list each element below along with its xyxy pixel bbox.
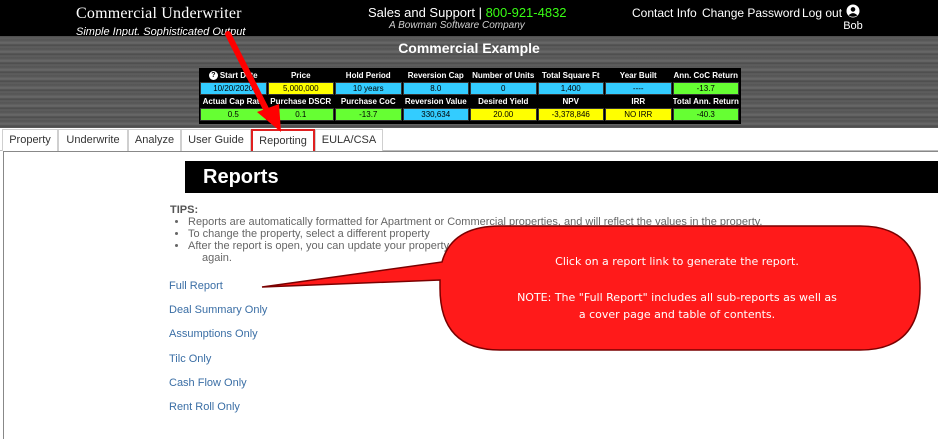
tips-list: Reports are automatically formatted for … [188,216,930,252]
support-label: Sales and Support | [368,5,482,20]
user-name: Bob [843,20,863,32]
metrics-row-1-values: 10/20/2020 5,000,000 10 years 8.0 0 1,40… [200,82,740,95]
metric-desired-yield: 20.00 [470,108,537,121]
assumptions-link[interactable]: Assumptions Only [169,328,258,340]
metric-reversion-cap: 8.0 [402,82,469,95]
metric-label-ann-coc-return: Ann. CoC Return [673,71,738,80]
metric-total-ann-return: -40.3 [672,108,739,121]
metric-label-desired-yield: Desired Yield [478,97,529,106]
metric-label-total-ann-return: Total Ann. Return [672,97,739,106]
reports-title: Reports [185,161,938,193]
tab-reporting[interactable]: Reporting [251,129,315,152]
metric-label-npv: NPV [562,97,579,106]
user-circle-icon [846,4,860,18]
metric-hold-period: 10 years [335,82,402,95]
metric-label-price: Price [290,71,311,80]
metric-label-purchase-dscr: Purchase DSCR [270,97,332,106]
metrics-row-1-labels: ? Start Date Price Hold Period Reversion … [200,69,740,82]
metric-year-built: ---- [605,82,672,95]
cash-flow-link[interactable]: Cash Flow Only [169,377,247,389]
app-root: Commercial Underwriter Simple Input. Sop… [0,0,938,439]
company-name: A Bowman Software Company [389,20,525,31]
callout-line-2: NOTE: The "Full Report" includes all sub… [517,291,837,304]
metric-number-of-units: 0 [470,82,537,95]
metrics-grid: ? Start Date Price Hold Period Reversion … [199,68,741,124]
metric-start-date: 10/20/2020 [200,82,267,95]
deal-summary-link[interactable]: Deal Summary Only [169,304,267,316]
metric-price: 5,000,000 [267,82,334,95]
metric-label-purchase-coc: Purchase CoC [340,97,396,106]
metric-label-actual-cap-rate: Actual Cap Rate [202,97,264,106]
metric-label-irr: IRR [631,97,646,106]
property-title: Commercial Example [398,40,540,56]
tab-property[interactable]: Property [2,129,58,151]
full-report-link[interactable]: Full Report [169,280,223,292]
metrics-row-2-labels: Actual Cap Rate Purchase DSCR Purchase C… [200,95,740,108]
callout-line-1: Click on a report link to generate the r… [555,255,799,268]
metric-ann-coc-return: -13.7 [672,82,739,95]
metric-label-number-of-units: Number of Units [472,71,535,80]
tab-underwrite[interactable]: Underwrite [58,129,128,151]
top-bar: Commercial Underwriter Simple Input. Sop… [0,0,938,38]
brand-name: Commercial Underwriter [76,5,242,22]
metric-purchase-dscr: 0.1 [267,108,334,121]
metric-reversion-value: 330,634 [402,108,469,121]
tip-item: Reports are automatically formatted for … [188,216,930,228]
metric-total-square-ft: 1,400 [537,82,604,95]
contact-info-link[interactable]: Contact Info [632,6,697,20]
metric-label-start-date: ? Start Date [200,69,267,82]
tab-eula-csa[interactable]: EULA/CSA [315,129,383,151]
brand[interactable]: Commercial Underwriter Simple Input. Sop… [76,5,245,38]
metric-npv: -3,378,846 [537,108,604,121]
metric-label-year-built: Year Built [619,71,657,80]
support-phone[interactable]: 800-921-4832 [486,5,567,20]
tips-label: TIPS: [170,204,199,216]
user-menu[interactable]: Bob [836,4,870,32]
metric-actual-cap-rate: 0.5 [200,108,267,121]
metric-label-total-square-ft: Total Square Ft [541,71,600,80]
rent-roll-link[interactable]: Rent Roll Only [169,401,240,413]
help-icon[interactable]: ? [208,71,218,81]
metric-label-reversion-cap: Reversion Cap [407,71,464,80]
callout-line-3: a cover page and table of contents. [578,308,776,321]
metrics-row-2-values: 0.5 0.1 -13.7 330,634 20.00 -3,378,846 N… [200,108,740,121]
metric-label-hold-period: Hold Period [345,71,391,80]
tip-item: To change the property, select a differe… [188,228,930,240]
metric-irr: NO IRR [605,108,672,121]
tab-bar: Property Underwrite Analyze User Guide R… [0,129,938,152]
tip-item: After the report is open, you can update… [188,240,930,252]
support-line: Sales and Support | 800-921-4832 [368,5,567,20]
tilc-link[interactable]: Tilc Only [169,353,211,365]
tab-analyze[interactable]: Analyze [128,129,181,151]
metric-label-reversion-value: Reversion Value [404,97,467,106]
metric-purchase-coc: -13.7 [335,108,402,121]
change-password-link[interactable]: Change Password [702,6,800,20]
tab-user-guide[interactable]: User Guide [181,129,251,151]
